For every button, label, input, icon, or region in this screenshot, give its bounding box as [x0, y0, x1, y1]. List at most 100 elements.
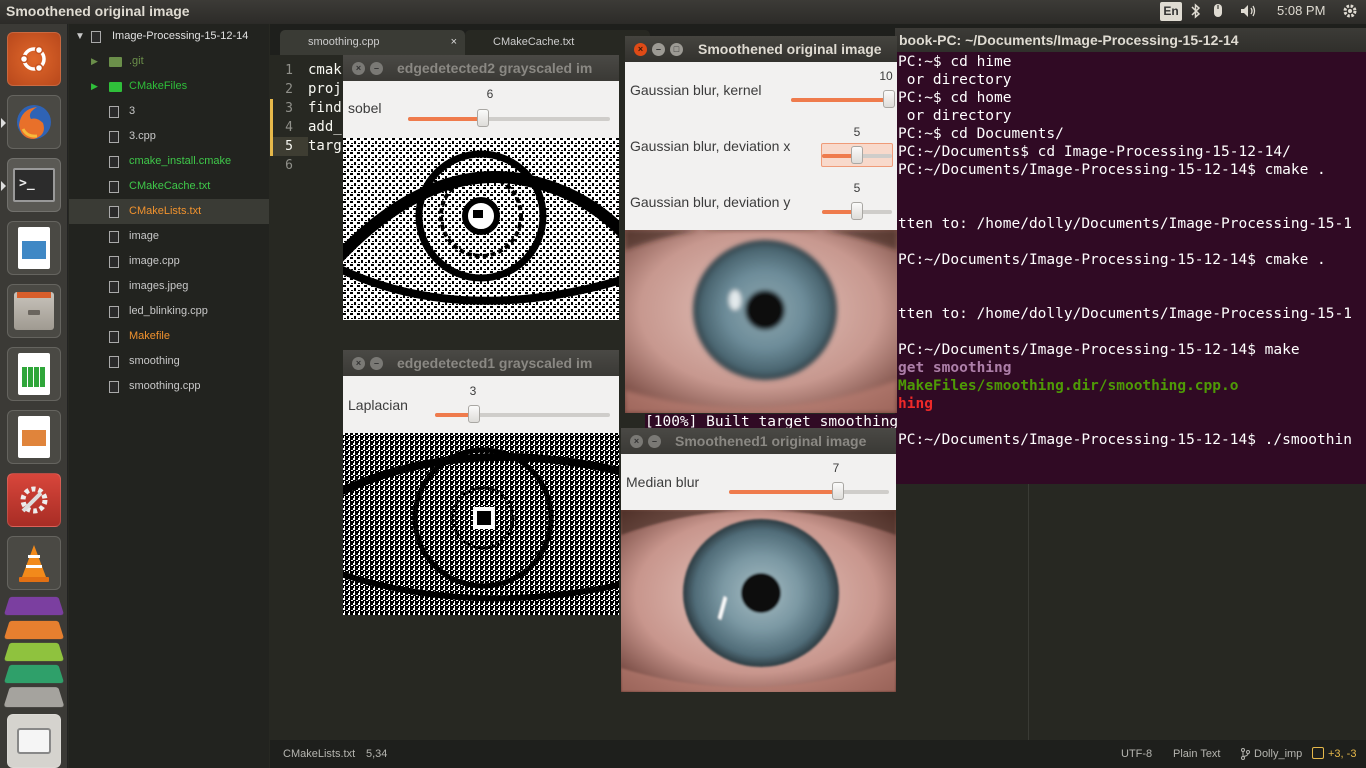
minimize-icon[interactable]: – — [370, 62, 383, 75]
keyboard-layout-indicator[interactable]: En — [1160, 2, 1182, 21]
edgedetected1-titlebar[interactable]: × – edgedetected1 grayscaled im — [343, 350, 619, 376]
sidebar-item[interactable]: Makefile — [69, 324, 269, 349]
sidebar-item-label: led_blinking.cpp — [129, 305, 208, 317]
trackbar-label: Gaussian blur, deviation x — [630, 138, 791, 154]
launcher: >_ — [0, 24, 68, 768]
trackbar-label: Median blur — [626, 474, 700, 490]
minimize-icon[interactable]: – — [370, 357, 383, 370]
edgedetected1-window: × – edgedetected1 grayscaled im Laplacia… — [343, 350, 619, 615]
project-sidebar: ▼ Image-Processing-15-12-14 ▶ .git ▶ CMakeF… — [69, 24, 269, 768]
smoothened-titlebar[interactable]: × – □ Smoothened original image — [625, 36, 897, 62]
tab-cmakecache-txt[interactable]: CMakeCache.txt — [465, 30, 650, 55]
window-title: edgedetected1 grayscaled im — [397, 355, 593, 371]
terminal-titlebar[interactable]: book-PC: ~/Documents/Image-Processing-15… — [895, 28, 1366, 52]
code-line[interactable]: proj — [308, 80, 342, 99]
status-cursor-position[interactable]: 5,34 — [366, 748, 387, 760]
vlc-icon[interactable] — [7, 536, 61, 590]
status-file[interactable]: CMakeLists.txt — [283, 748, 355, 760]
code-line[interactable]: targ — [308, 137, 342, 156]
slider-thumb[interactable] — [851, 202, 863, 220]
sidebar-item[interactable]: smoothing.cpp — [69, 374, 269, 399]
sidebar-item[interactable]: image.cpp — [69, 249, 269, 274]
sidebar-item-label: images.jpeg — [129, 280, 189, 292]
active-window-title: Smoothened original image — [6, 3, 190, 19]
median-smoothed-eye-image — [621, 510, 896, 692]
maximize-icon[interactable]: □ — [670, 43, 683, 56]
chevron-right-icon[interactable]: ▶ — [91, 74, 98, 99]
gaussian-deviation-y-slider[interactable] — [822, 202, 892, 220]
bluetooth-icon[interactable] — [1190, 3, 1202, 22]
terminal-line: PC:~$ cd Documents/ — [898, 126, 1064, 142]
project-root[interactable]: ▼ Image-Processing-15-12-14 — [69, 24, 269, 49]
chevron-right-icon[interactable]: ▶ — [91, 49, 98, 74]
close-icon[interactable]: × — [630, 435, 643, 448]
libreoffice-draw-icon[interactable] — [7, 221, 61, 275]
status-bar: CMakeLists.txt 5,34 UTF-8 Plain Text Dol… — [270, 740, 1366, 768]
libreoffice-calc-icon[interactable] — [7, 347, 61, 401]
close-icon[interactable]: × — [352, 357, 365, 370]
trackbar-label: Laplacian — [348, 397, 408, 413]
sidebar-item[interactable]: ▶ CMakeFiles — [69, 74, 269, 99]
sidebar-item-label: smoothing.cpp — [129, 380, 201, 392]
app-stack[interactable] — [3, 594, 65, 714]
file-icon — [109, 306, 119, 318]
volume-icon[interactable] — [1240, 3, 1260, 22]
terminal-line: PC:~$ cd hime — [898, 54, 1012, 70]
sidebar-item-label: 3.cpp — [129, 130, 156, 142]
edgedetected2-titlebar[interactable]: × – edgedetected2 grayscaled im — [343, 55, 619, 81]
libreoffice-impress-icon[interactable] — [7, 410, 61, 464]
slider-thumb[interactable] — [831, 482, 844, 500]
clock[interactable]: 5:08 PM — [1277, 3, 1325, 18]
sidebar-item[interactable]: ▶ .git — [69, 49, 269, 74]
gaussian-kernel-slider[interactable] — [791, 90, 895, 108]
close-icon[interactable]: × — [352, 62, 365, 75]
slider-thumb[interactable] — [851, 146, 863, 164]
close-icon[interactable]: × — [634, 43, 647, 56]
status-branch[interactable]: Dolly_imp — [1254, 748, 1302, 760]
firefox-icon[interactable] — [7, 95, 61, 149]
minimize-icon[interactable]: – — [652, 43, 665, 56]
file-manager-icon[interactable] — [7, 284, 61, 338]
file-icon — [109, 381, 119, 393]
terminal-line: PC:~/Documents/Image-Processing-15-12-14… — [898, 432, 1352, 448]
status-encoding[interactable]: UTF-8 — [1121, 748, 1152, 760]
printer-icon[interactable] — [7, 714, 61, 768]
sidebar-item[interactable]: CMakeCache.txt — [69, 174, 269, 199]
slider-thumb[interactable] — [467, 405, 480, 423]
gaussian-deviation-x-slider[interactable] — [822, 146, 892, 164]
chevron-down-icon[interactable]: ▼ — [75, 24, 85, 49]
mouse-icon[interactable] — [1212, 3, 1224, 22]
minimize-icon[interactable]: – — [648, 435, 661, 448]
sobel-slider[interactable] — [408, 109, 610, 127]
sidebar-item[interactable]: 3 — [69, 99, 269, 124]
sidebar-item[interactable]: 3.cpp — [69, 124, 269, 149]
folder-icon — [91, 31, 101, 43]
median-blur-slider[interactable] — [729, 482, 889, 500]
tab-smoothing-cpp[interactable]: smoothing.cpp × — [280, 30, 465, 55]
laplacian-edge-image — [343, 433, 619, 615]
sidebar-item[interactable]: images.jpeg — [69, 274, 269, 299]
tab-label: smoothing.cpp — [308, 36, 380, 48]
ubuntu-dash-icon[interactable] — [7, 32, 61, 86]
sidebar-item[interactable]: image — [69, 224, 269, 249]
sidebar-item[interactable]: smoothing — [69, 349, 269, 374]
smoothened1-titlebar[interactable]: × – Smoothened1 original image — [621, 428, 896, 454]
status-syntax[interactable]: Plain Text — [1173, 748, 1221, 760]
status-git-changes[interactable]: +3, -3 — [1328, 748, 1356, 760]
slider-thumb[interactable] — [883, 90, 895, 108]
slider-thumb[interactable] — [476, 109, 489, 127]
code-line[interactable]: find — [308, 99, 342, 118]
gear-icon[interactable] — [1342, 3, 1358, 22]
sidebar-item[interactable]: led_blinking.cpp — [69, 299, 269, 324]
sidebar-item[interactable]: cmake_install.cmake — [69, 149, 269, 174]
system-settings-icon[interactable] — [7, 473, 61, 527]
sidebar-item[interactable]: CMakeLists.txt — [69, 199, 269, 224]
close-icon[interactable]: × — [451, 30, 457, 54]
terminal-output[interactable]: PC:~$ cd hime or directory PC:~$ cd home … — [895, 52, 1366, 484]
terminal-icon[interactable]: >_ — [7, 158, 61, 212]
laplacian-slider[interactable] — [435, 405, 610, 423]
folder-icon — [109, 82, 122, 92]
code-line[interactable]: cmak — [308, 61, 342, 80]
terminal-line: PC:~/Documents$ cd Image-Processing-15-1… — [898, 144, 1291, 160]
code-line[interactable]: add_ — [308, 118, 342, 137]
